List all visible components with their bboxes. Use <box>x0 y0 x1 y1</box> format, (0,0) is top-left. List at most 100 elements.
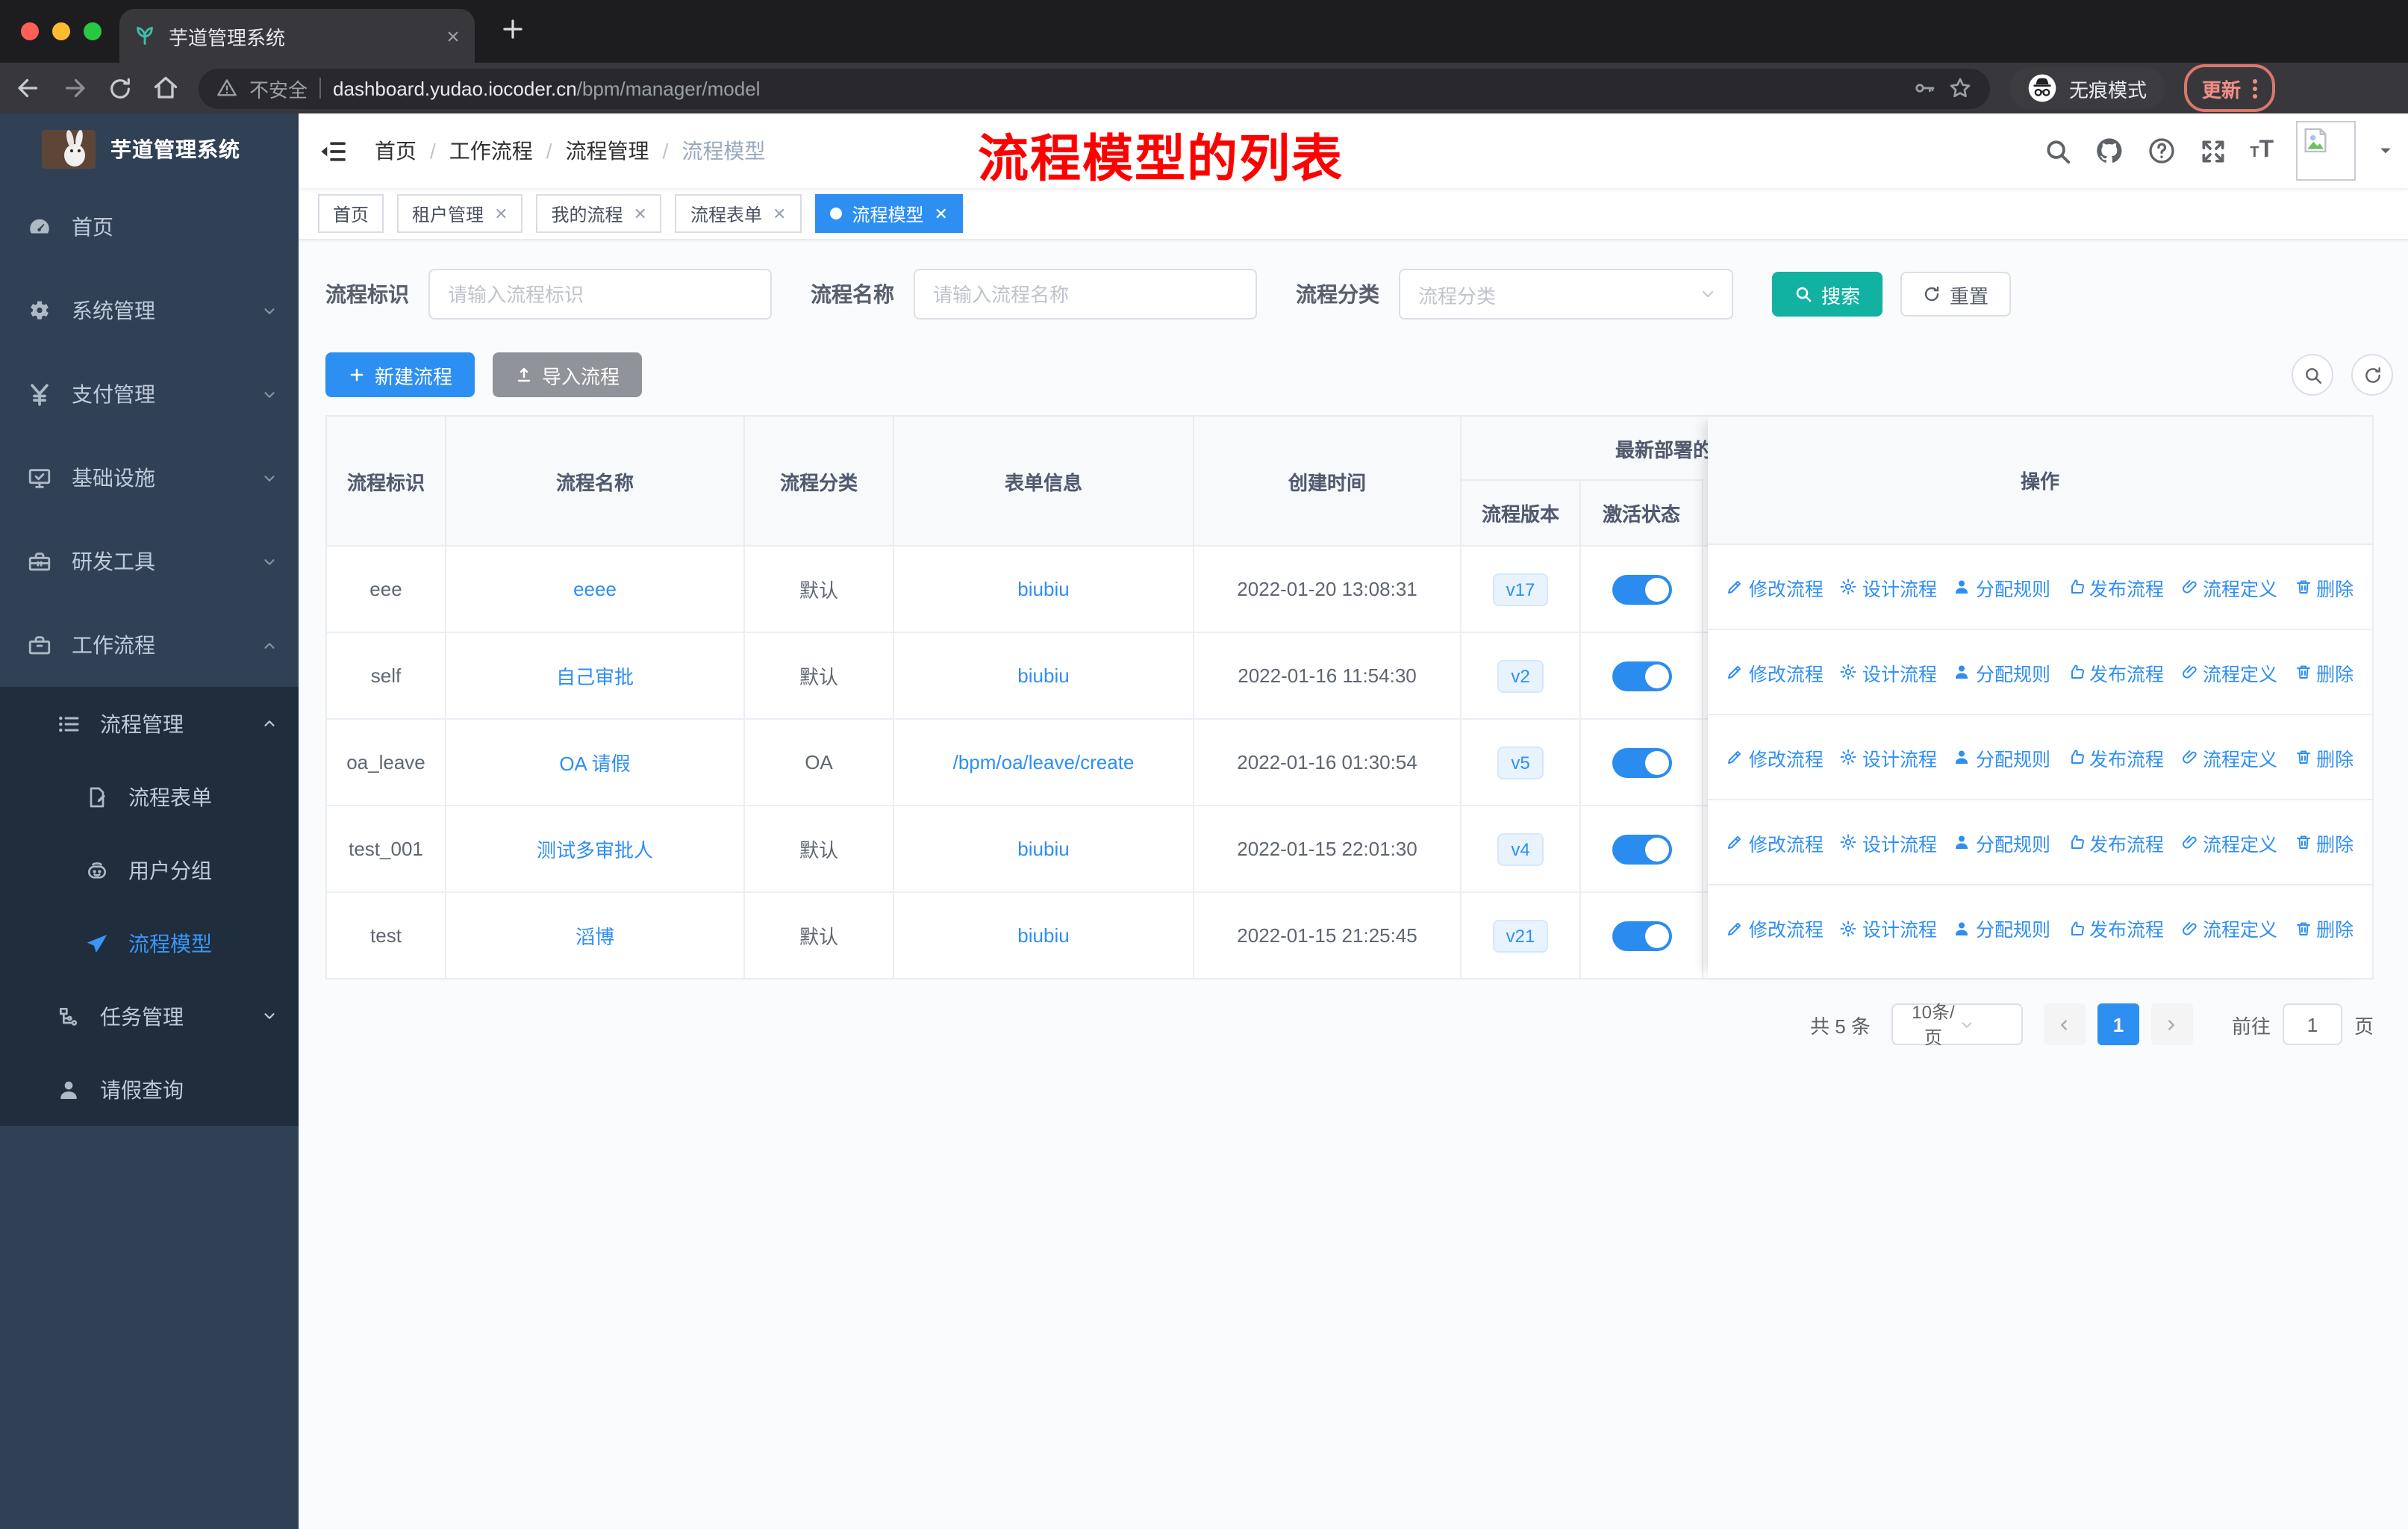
refresh-button[interactable] <box>2351 354 2393 396</box>
form-info-link[interactable]: biubiu <box>1017 924 1069 947</box>
sidebar-item-process-mgmt[interactable]: 流程管理 <box>0 687 299 760</box>
sidebar-item-infra[interactable]: 基础设施 <box>0 436 299 520</box>
design-process-link[interactable]: 设计流程 <box>1840 658 1937 686</box>
form-info-link[interactable]: biubiu <box>1017 664 1069 687</box>
tag-tenant[interactable]: 租户管理 ✕ <box>397 194 523 233</box>
delete-link[interactable]: 删除 <box>2294 743 2354 771</box>
prev-page-button[interactable] <box>2043 1003 2086 1045</box>
font-size-icon[interactable]: TT <box>2250 137 2274 164</box>
tag-process-form[interactable]: 流程表单 ✕ <box>675 194 802 233</box>
goto-page-input[interactable] <box>2282 1003 2342 1045</box>
assign-rule-link[interactable]: 分配规则 <box>1953 573 2050 601</box>
create-process-button[interactable]: 新建流程 <box>325 352 475 397</box>
process-definition-link[interactable]: 流程定义 <box>2180 743 2277 771</box>
publish-process-link[interactable]: 发布流程 <box>2067 828 2164 856</box>
avatar[interactable] <box>2296 121 2356 181</box>
process-name-link[interactable]: 自己审批 <box>556 661 634 690</box>
design-process-link[interactable]: 设计流程 <box>1840 828 1937 856</box>
bookmark-star-icon[interactable] <box>1948 76 1972 100</box>
process-definition-link[interactable]: 流程定义 <box>2180 658 2277 686</box>
design-process-link[interactable]: 设计流程 <box>1840 573 1937 601</box>
url-text[interactable]: dashboard.yudao.iocoder.cn/bpm/manager/m… <box>333 77 1900 99</box>
sidebar-item-workflow[interactable]: 工作流程 <box>0 603 299 687</box>
zoom-window-button[interactable] <box>84 22 102 40</box>
key-icon[interactable] <box>1912 76 1936 100</box>
tag-close-icon[interactable]: ✕ <box>634 204 647 223</box>
avatar-caret-icon[interactable] <box>2378 143 2393 158</box>
form-info-link[interactable]: /bpm/oa/leave/create <box>953 751 1135 773</box>
fullscreen-icon[interactable] <box>2199 137 2227 165</box>
browser-tab[interactable]: 芋道管理系统 <box>119 9 475 63</box>
publish-process-link[interactable]: 发布流程 <box>2067 573 2164 601</box>
delete-link[interactable]: 删除 <box>2294 658 2354 686</box>
import-process-button[interactable]: 导入流程 <box>493 352 643 397</box>
design-process-link[interactable]: 设计流程 <box>1840 914 1937 942</box>
process-definition-link[interactable]: 流程定义 <box>2180 573 2277 601</box>
sidebar-item-leave-query[interactable]: 请假查询 <box>0 1053 299 1126</box>
category-select[interactable]: 流程分类 <box>1399 269 1733 320</box>
window-controls[interactable] <box>21 22 102 40</box>
forward-icon[interactable] <box>61 75 88 102</box>
reset-button[interactable]: 重置 <box>1900 272 2012 317</box>
minimize-window-button[interactable] <box>52 22 70 40</box>
process-definition-link[interactable]: 流程定义 <box>2180 828 2277 856</box>
tag-close-icon[interactable]: ✕ <box>773 204 786 223</box>
assign-rule-link[interactable]: 分配规则 <box>1953 914 2050 942</box>
address-bar[interactable]: 不安全 dashboard.yudao.iocoder.cn/bpm/manag… <box>199 68 1990 108</box>
assign-rule-link[interactable]: 分配规则 <box>1953 658 2050 686</box>
active-toggle[interactable] <box>1612 661 1671 691</box>
show-search-button[interactable] <box>2292 354 2333 396</box>
form-info-link[interactable]: biubiu <box>1017 578 1069 600</box>
search-icon[interactable] <box>2044 137 2072 165</box>
process-name-link[interactable]: 测试多审批人 <box>537 835 653 863</box>
active-toggle[interactable] <box>1612 574 1671 604</box>
delete-link[interactable]: 删除 <box>2294 828 2354 856</box>
tag-close-icon[interactable]: ✕ <box>494 204 508 223</box>
browser-menu-icon[interactable] <box>2253 78 2258 98</box>
breadcrumb-workflow[interactable]: 工作流程 <box>449 136 533 166</box>
back-icon[interactable] <box>15 75 42 102</box>
process-definition-link[interactable]: 流程定义 <box>2180 914 2277 942</box>
delete-link[interactable]: 删除 <box>2294 573 2354 601</box>
search-button[interactable]: 搜索 <box>1772 272 1883 317</box>
active-toggle[interactable] <box>1612 834 1671 864</box>
publish-process-link[interactable]: 发布流程 <box>2067 914 2164 942</box>
assign-rule-link[interactable]: 分配规则 <box>1953 743 2050 771</box>
process-name-link[interactable]: eeee <box>573 578 617 600</box>
modify-process-link[interactable]: 修改流程 <box>1727 658 1824 686</box>
modify-process-link[interactable]: 修改流程 <box>1727 573 1824 601</box>
next-page-button[interactable] <box>2150 1003 2193 1045</box>
sidebar-item-user-group[interactable]: 用户分组 <box>0 833 299 906</box>
process-name-link[interactable]: 滔博 <box>576 921 614 950</box>
sidebar-item-home[interactable]: 首页 <box>0 185 299 269</box>
github-icon[interactable] <box>2094 136 2124 166</box>
current-page[interactable]: 1 <box>2097 1003 2139 1045</box>
sidebar-item-pay[interactable]: 支付管理 <box>0 352 299 436</box>
process-name-input[interactable] <box>914 269 1257 320</box>
tag-my-process[interactable]: 我的流程 ✕ <box>536 194 662 233</box>
breadcrumb-home[interactable]: 首页 <box>375 136 417 166</box>
sidebar-fold-icon[interactable] <box>319 137 348 165</box>
tab-close-icon[interactable] <box>446 29 460 43</box>
tag-home[interactable]: 首页 <box>318 194 384 233</box>
process-name-link[interactable]: OA 请假 <box>559 748 630 776</box>
home-icon[interactable] <box>152 75 179 102</box>
security-label[interactable]: 不安全 <box>249 74 308 102</box>
sidebar-item-process-model[interactable]: 流程模型 <box>0 906 299 980</box>
breadcrumb-process-mgmt[interactable]: 流程管理 <box>566 136 649 166</box>
browser-update-button[interactable]: 更新 <box>2184 64 2276 112</box>
sidebar-item-devtools[interactable]: 研发工具 <box>0 520 299 603</box>
reload-icon[interactable] <box>107 75 133 101</box>
close-window-button[interactable] <box>21 22 39 40</box>
tag-close-icon[interactable]: ✕ <box>934 204 947 223</box>
form-info-link[interactable]: biubiu <box>1017 838 1069 860</box>
active-toggle[interactable] <box>1612 921 1671 950</box>
modify-process-link[interactable]: 修改流程 <box>1727 828 1824 856</box>
delete-link[interactable]: 删除 <box>2294 914 2354 942</box>
sidebar-logo[interactable]: 芋道管理系统 <box>0 113 299 185</box>
publish-process-link[interactable]: 发布流程 <box>2067 743 2164 771</box>
publish-process-link[interactable]: 发布流程 <box>2067 658 2164 686</box>
page-size-select[interactable]: 10条/页 <box>1891 1002 2023 1048</box>
modify-process-link[interactable]: 修改流程 <box>1727 914 1824 942</box>
tag-process-model[interactable]: 流程模型 ✕ <box>814 194 963 233</box>
